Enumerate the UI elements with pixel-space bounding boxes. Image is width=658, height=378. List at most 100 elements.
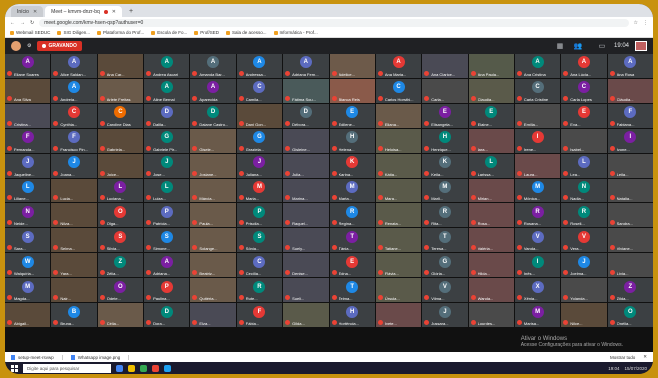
participant-tile[interactable]: Sandra... [607, 203, 653, 228]
participant-tile[interactable]: A Ana Maria... [375, 54, 422, 78]
participant-tile[interactable]: L Luiza... [144, 178, 190, 203]
participant-tile[interactable]: Cristina... [5, 103, 51, 128]
participant-tile[interactable]: Márcia... [190, 178, 236, 203]
participant-tile[interactable]: Z Zélia... [97, 253, 144, 278]
participant-tile[interactable]: Hilda... [468, 253, 514, 278]
participant-tile[interactable]: Heloisa... [375, 128, 422, 153]
participant-tile[interactable]: S Simone... [144, 228, 190, 253]
participant-tile[interactable]: A Andreia... [51, 78, 97, 103]
participant-tile[interactable]: B Bruna... [51, 303, 97, 328]
participant-tile[interactable]: P Paulina... [144, 278, 190, 303]
participant-tile[interactable]: Paula... [190, 203, 236, 228]
participant-tile[interactable]: G Gabriele Pir... [144, 128, 190, 153]
menu-icon[interactable]: ⋮ [643, 20, 648, 26]
participant-tile[interactable]: C Camila... [236, 78, 283, 103]
participant-tile[interactable]: Kátia... [375, 153, 422, 178]
participant-tile[interactable]: Flávia... [375, 253, 422, 278]
participant-tile[interactable]: A Andressa... [236, 54, 283, 78]
participant-tile[interactable]: R Rosana... [514, 203, 561, 228]
participant-tile[interactable]: Yolanda... [561, 278, 607, 303]
participant-tile[interactable]: F Fabiana... [607, 103, 653, 128]
avatar[interactable] [11, 41, 21, 51]
bookmark[interactable]: Escola de Fo... [151, 30, 187, 35]
settings-icon[interactable]: ⚙ [27, 43, 31, 49]
participant-tile[interactable]: Quitéria... [190, 278, 236, 303]
participant-tile[interactable]: Ana Clarice... [422, 54, 468, 78]
participant-tile[interactable]: J Joelma... [561, 253, 607, 278]
participant-tile[interactable]: M Marta... [329, 178, 375, 203]
participant-tile[interactable]: A Andrea Ascari [144, 54, 190, 78]
participant-tile[interactable]: Cláudia... [607, 78, 653, 103]
chrome-icon[interactable] [140, 364, 147, 372]
participant-tile[interactable]: I Inês... [514, 253, 561, 278]
participant-tile[interactable]: Z Zilda... [607, 278, 653, 303]
participant-tile[interactable]: V Vera... [561, 228, 607, 253]
participant-tile[interactable]: Gisele... [190, 128, 236, 153]
participant-tile[interactable]: Sueli... [283, 278, 329, 303]
participant-tile[interactable]: A Ana Lúcia... [561, 54, 607, 78]
reload-icon[interactable]: ↻ [30, 20, 34, 26]
participant-tile[interactable]: F Francisco Pin... [51, 128, 97, 153]
participant-tile[interactable]: M Maria... [236, 178, 283, 203]
participant-tile[interactable]: A Eliane Soares [5, 54, 51, 78]
participant-tile[interactable]: Joice... [97, 153, 144, 178]
participant-tile[interactable]: Ana Paula... [468, 54, 514, 78]
participant-tile[interactable]: I Irene... [514, 128, 561, 153]
back-icon[interactable]: ← [10, 20, 15, 26]
self-view[interactable] [635, 41, 647, 51]
participant-tile[interactable]: Célia... [97, 303, 144, 328]
participant-tile[interactable]: Fátima Sou... [283, 78, 329, 103]
participant-tile[interactable]: A Adriana Fern... [283, 54, 329, 78]
participant-tile[interactable]: Lívia... [607, 253, 653, 278]
chat-icon[interactable]: ▭ [596, 42, 608, 51]
participant-tile[interactable]: Marina... [283, 178, 329, 203]
participant-tile[interactable]: O Onélia... [607, 303, 653, 328]
participant-tile[interactable]: C Carlos Horsthi... [375, 78, 422, 103]
layout-icon[interactable]: ▦ [554, 42, 566, 51]
participant-tile[interactable]: Wanda... [468, 278, 514, 303]
participant-tile[interactable]: Dani Gon... [236, 103, 283, 128]
participant-tile[interactable]: L Larissa... [468, 153, 514, 178]
participant-tile[interactable]: T Telma... [329, 278, 375, 303]
folder-icon[interactable] [128, 364, 135, 372]
participant-tile[interactable]: Mirian... [468, 178, 514, 203]
participant-tile[interactable]: E Eva... [561, 103, 607, 128]
participant-tile[interactable]: L Lea... [561, 153, 607, 178]
participant-tile[interactable]: Gilda... [283, 303, 329, 328]
participant-tile[interactable]: N Nadia... [561, 178, 607, 203]
participant-tile[interactable]: C Caroline Dias [97, 103, 144, 128]
participant-tile[interactable]: Lourdes... [468, 303, 514, 328]
bookmark[interactable]: SIG Diligen... [57, 30, 90, 35]
participant-tile[interactable]: S Silvia... [97, 228, 144, 253]
participant-tile[interactable]: Úrsula... [375, 278, 422, 303]
participant-tile[interactable]: Adeilce... [329, 54, 375, 78]
participant-tile[interactable]: Viviane... [607, 228, 653, 253]
participant-tile[interactable]: R Roseli... [561, 203, 607, 228]
participant-tile[interactable]: L Liliane... [5, 178, 51, 203]
star-icon[interactable]: ☆ [634, 20, 638, 26]
app-icon[interactable] [164, 364, 171, 372]
participant-tile[interactable]: X Xênia... [514, 278, 561, 303]
windows-start-icon[interactable] [11, 364, 18, 372]
participant-tile[interactable]: W Walquíria... [5, 253, 51, 278]
participant-tile[interactable]: N Neide... [5, 203, 51, 228]
participant-tile[interactable]: Laura... [514, 153, 561, 178]
bookmark[interactable]: Prof/SED [194, 30, 219, 35]
participant-tile[interactable]: Leila... [607, 153, 653, 178]
participant-tile[interactable]: Bianca Reis [329, 78, 375, 103]
close-icon[interactable]: ✕ [33, 9, 37, 15]
participant-tile[interactable]: J Jussara... [422, 303, 468, 328]
participant-tile[interactable]: G Glória... [422, 253, 468, 278]
participant-tile[interactable]: Arlete Freitas [97, 78, 144, 103]
participant-tile[interactable]: Emilia... [514, 103, 561, 128]
participant-tile[interactable]: Gabriela... [97, 128, 144, 153]
participant-tile[interactable]: D Dora... [144, 303, 190, 328]
participant-tile[interactable]: H Helena... [329, 128, 375, 153]
participant-tile[interactable]: K Keila... [422, 153, 468, 178]
participant-tile[interactable]: Ivete... [375, 303, 422, 328]
participant-tile[interactable]: Tatiane... [375, 228, 422, 253]
bookmark[interactable]: Informática - Prof... [273, 30, 318, 35]
participant-tile[interactable]: E Edna... [329, 253, 375, 278]
participant-tile[interactable]: O Olga... [97, 203, 144, 228]
participant-tile[interactable]: Ana Silva [5, 78, 51, 103]
